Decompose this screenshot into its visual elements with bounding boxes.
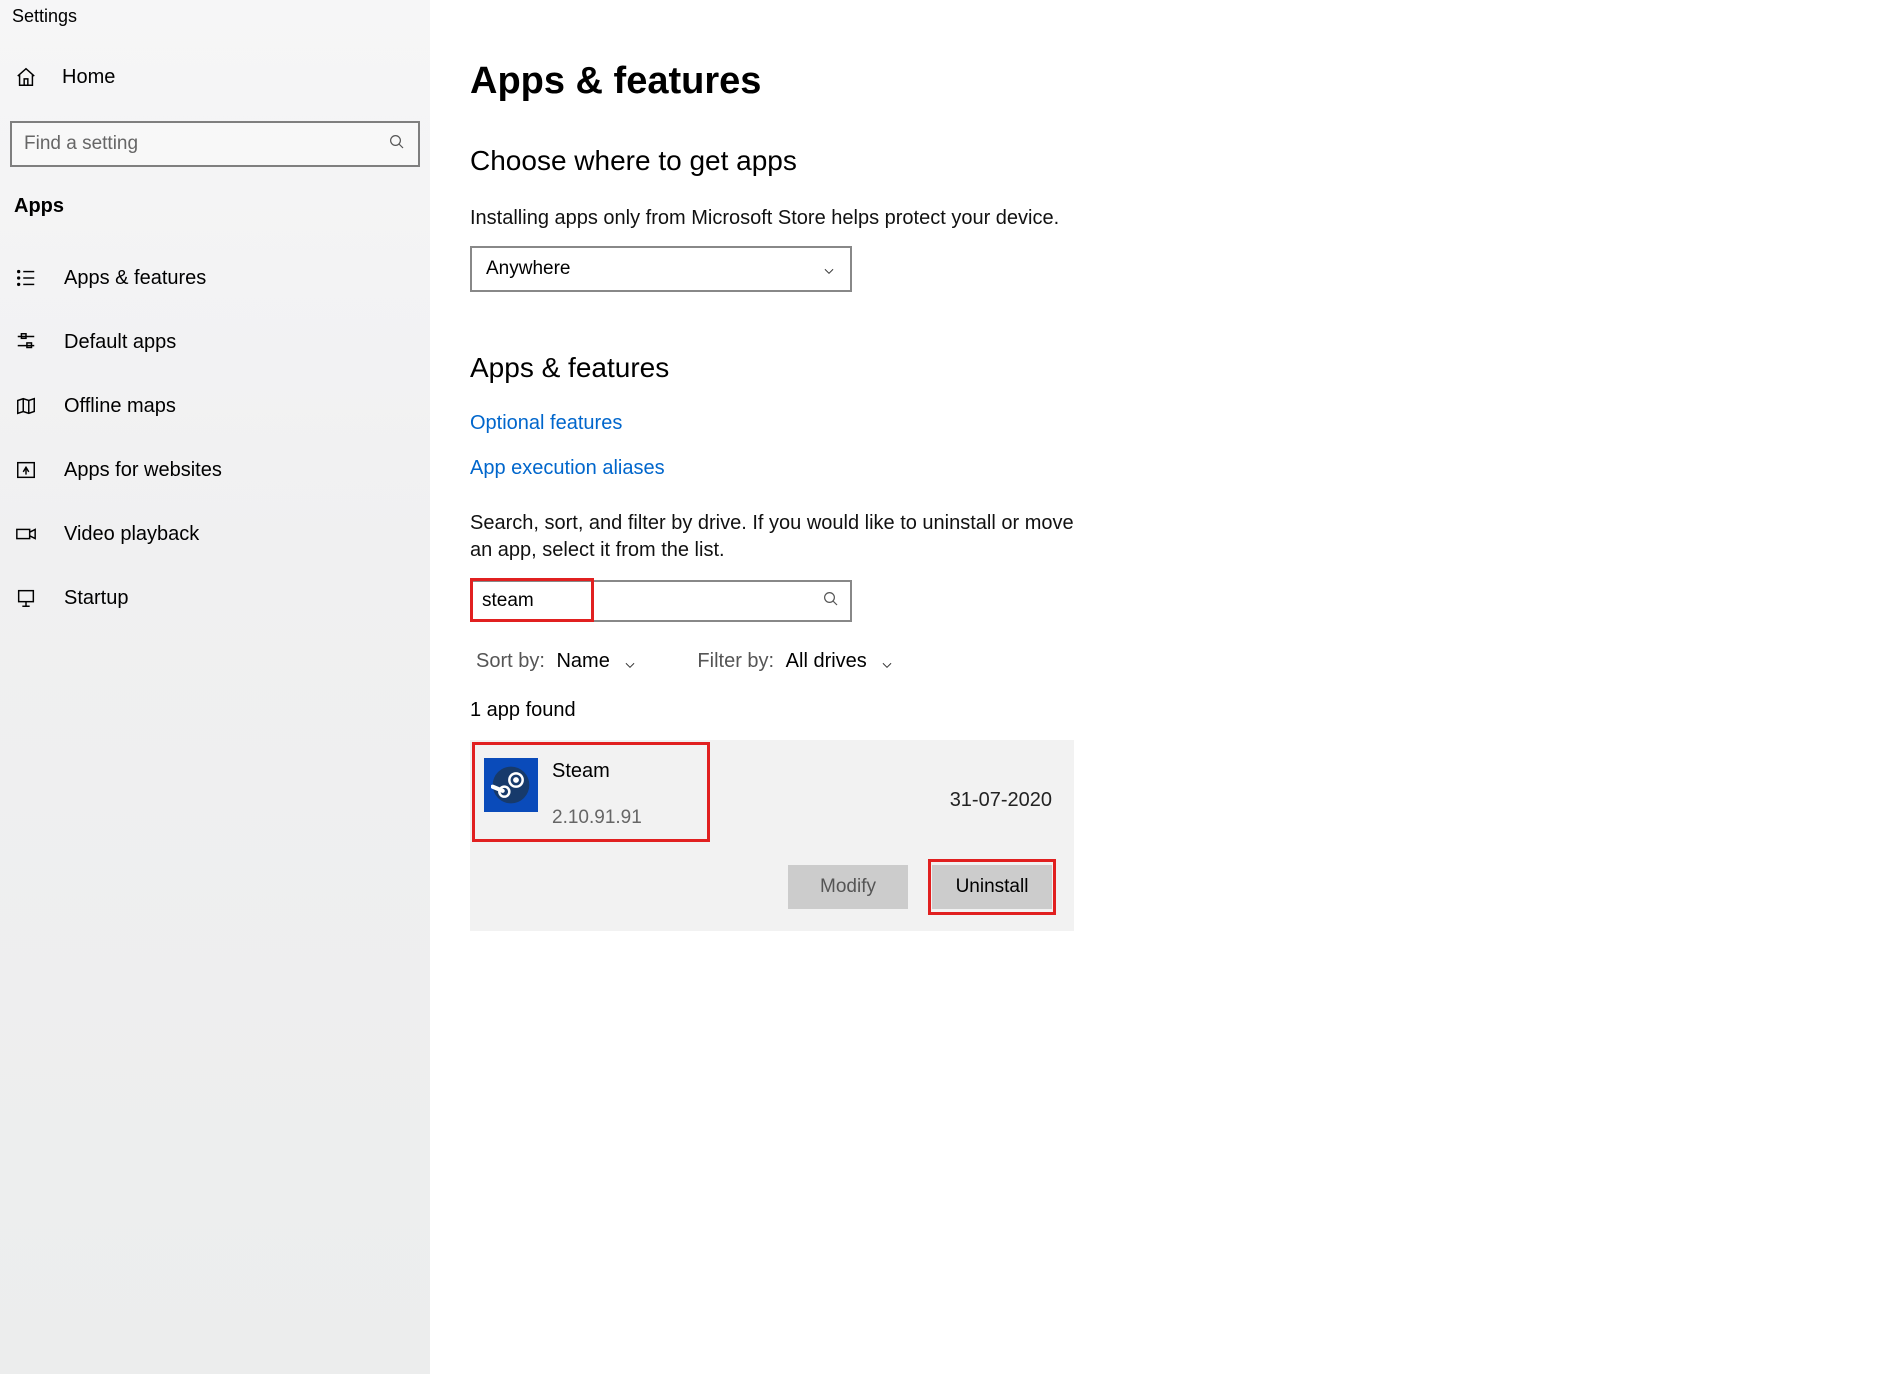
sidebar-item-offline-maps[interactable]: Offline maps [0, 374, 430, 438]
app-name: Steam [552, 760, 950, 783]
steam-app-icon [484, 758, 538, 812]
sidebar-item-apps-for-websites[interactable]: Apps for websites [0, 438, 430, 502]
sidebar-item-default-apps[interactable]: Default apps [0, 310, 430, 374]
modify-button-label: Modify [820, 876, 876, 898]
app-list-help: Search, sort, and filter by drive. If yo… [470, 510, 1090, 564]
filter-by-control[interactable]: Filter by: All drives [697, 650, 894, 673]
sidebar-item-label: Offline maps [64, 395, 176, 418]
filter-by-value: All drives [786, 650, 867, 672]
home-icon [14, 65, 38, 89]
app-execution-aliases-link[interactable]: App execution aliases [470, 457, 1850, 480]
sidebar-item-label: Apps & features [64, 267, 206, 290]
open-external-icon [14, 458, 38, 482]
sidebar-item-label: Startup [64, 587, 128, 610]
sidebar-item-label: Video playback [64, 523, 199, 546]
app-count-label: 1 app found [470, 699, 1850, 722]
sidebar-section-label: Apps [0, 195, 430, 246]
chevron-down-icon [623, 655, 637, 669]
choose-apps-title: Choose where to get apps [470, 145, 1850, 177]
sort-by-label: Sort by: [476, 650, 545, 672]
app-source-select[interactable]: Anywhere [470, 246, 852, 292]
app-list-item[interactable]: Steam 2.10.91.91 31-07-2020 Modify Unins… [470, 740, 1074, 931]
sort-by-value: Name [556, 650, 609, 672]
list-icon [14, 266, 38, 290]
app-source-value: Anywhere [486, 258, 571, 280]
optional-features-link[interactable]: Optional features [470, 412, 1850, 435]
page-title: Apps & features [470, 60, 1850, 103]
modify-button[interactable]: Modify [788, 865, 908, 909]
main-content: Apps & features Choose where to get apps… [430, 0, 1890, 1374]
chevron-down-icon [880, 655, 894, 669]
window-title: Settings [0, 0, 430, 51]
app-version: 2.10.91.91 [552, 807, 950, 829]
sidebar: Settings Home Apps [0, 0, 430, 1374]
map-icon [14, 394, 38, 418]
settings-search-input[interactable] [24, 133, 388, 155]
apps-features-subtitle: Apps & features [470, 352, 1850, 384]
sidebar-item-label: Apps for websites [64, 459, 222, 482]
uninstall-button[interactable]: Uninstall [932, 865, 1052, 909]
app-list-search-input[interactable] [482, 590, 822, 612]
app-install-date: 31-07-2020 [950, 775, 1052, 812]
search-icon [388, 133, 406, 156]
chevron-down-icon [822, 262, 836, 276]
sidebar-item-startup[interactable]: Startup [0, 566, 430, 630]
sidebar-item-label: Default apps [64, 331, 176, 354]
video-icon [14, 522, 38, 546]
app-list-search[interactable] [470, 580, 852, 622]
defaults-icon [14, 330, 38, 354]
home-label: Home [62, 66, 115, 89]
sort-by-control[interactable]: Sort by: Name [476, 650, 637, 673]
startup-icon [14, 586, 38, 610]
filter-by-label: Filter by: [697, 650, 774, 672]
settings-search[interactable] [10, 121, 420, 167]
home-nav[interactable]: Home [0, 51, 430, 103]
search-icon [822, 590, 840, 613]
choose-apps-help: Installing apps only from Microsoft Stor… [470, 205, 1090, 232]
sidebar-item-apps-features[interactable]: Apps & features [0, 246, 430, 310]
uninstall-button-label: Uninstall [956, 876, 1029, 898]
sidebar-item-video-playback[interactable]: Video playback [0, 502, 430, 566]
